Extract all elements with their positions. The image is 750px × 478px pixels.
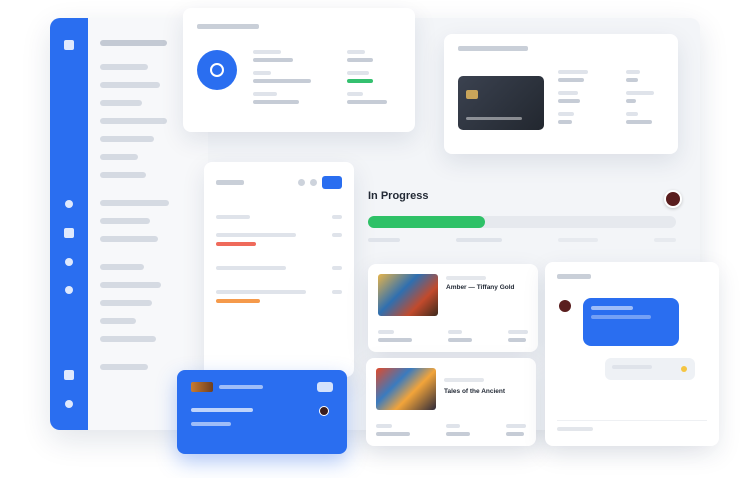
logout-icon[interactable]	[65, 400, 73, 408]
sidebar-item[interactable]	[100, 300, 152, 306]
book-cover-image	[376, 368, 436, 410]
list-item[interactable]	[216, 215, 342, 219]
customer-details-card	[183, 8, 415, 132]
sidebar-item[interactable]	[100, 136, 154, 142]
chat-title	[557, 274, 591, 279]
sidebar-item[interactable]	[100, 236, 158, 242]
dashboard-icon[interactable]	[65, 200, 73, 208]
list-item[interactable]	[216, 266, 342, 270]
filter-toggle[interactable]	[298, 179, 305, 186]
home-icon[interactable]	[64, 40, 74, 50]
chat-message-bubble	[583, 298, 679, 346]
list-item[interactable]	[216, 290, 342, 303]
list-item[interactable]	[216, 233, 342, 246]
thumbnail-image	[191, 382, 213, 392]
credit-card-image	[458, 76, 544, 130]
progress-title: In Progress	[368, 190, 429, 202]
book-card[interactable]: Amber — Tiffany Gold	[368, 264, 538, 352]
sidebar-item[interactable]	[100, 172, 147, 178]
live-chat-panel	[545, 262, 719, 446]
progress-fill	[368, 216, 486, 228]
orders-panel	[204, 162, 354, 377]
sidebar-item[interactable]	[100, 318, 137, 324]
customer-avatar	[197, 50, 237, 90]
orders-title	[216, 180, 244, 185]
sidebar-item[interactable]	[100, 336, 156, 342]
sidebar-item[interactable]	[100, 364, 148, 370]
emoji-icon	[681, 366, 687, 372]
chat-input[interactable]	[557, 420, 707, 434]
filter-toggle[interactable]	[310, 179, 317, 186]
progress-panel: In Progress	[362, 176, 698, 260]
icon-rail	[50, 18, 88, 430]
notification-card[interactable]	[177, 370, 347, 454]
chip-icon	[466, 90, 478, 99]
status-badge	[216, 299, 260, 303]
card-title	[197, 24, 259, 29]
avatar	[319, 406, 329, 416]
card-title	[458, 46, 528, 51]
sidebar-item[interactable]	[100, 118, 168, 124]
avatar	[559, 300, 571, 312]
customer-card-panel	[444, 34, 678, 154]
sidebar-item[interactable]	[100, 154, 139, 160]
book-cover-image	[378, 274, 438, 316]
users-icon[interactable]	[65, 258, 73, 266]
sidebar-item[interactable]	[100, 264, 145, 270]
sidebar-heading	[100, 40, 168, 46]
avatar[interactable]	[664, 190, 682, 208]
progress-bar	[368, 216, 676, 228]
sidebar-item[interactable]	[100, 82, 160, 88]
sidebar-item[interactable]	[100, 282, 162, 288]
book-title: Amber — Tiffany Gold	[446, 284, 515, 291]
sidebar-item[interactable]	[100, 218, 150, 224]
sidebar-item[interactable]	[100, 200, 170, 206]
calendar-icon[interactable]	[64, 228, 74, 238]
chat-reply-bubble	[605, 358, 695, 380]
sidebar-item[interactable]	[100, 100, 143, 106]
settings-icon[interactable]	[64, 370, 74, 380]
book-card[interactable]: Tales of the Ancient	[366, 358, 536, 446]
status-badge	[347, 79, 373, 83]
sidebar-item[interactable]	[100, 64, 148, 70]
chart-icon[interactable]	[65, 286, 73, 294]
book-title: Tales of the Ancient	[444, 388, 506, 395]
status-badge	[216, 242, 256, 246]
toggle-icon[interactable]	[317, 382, 333, 392]
add-order-button[interactable]	[322, 176, 342, 189]
